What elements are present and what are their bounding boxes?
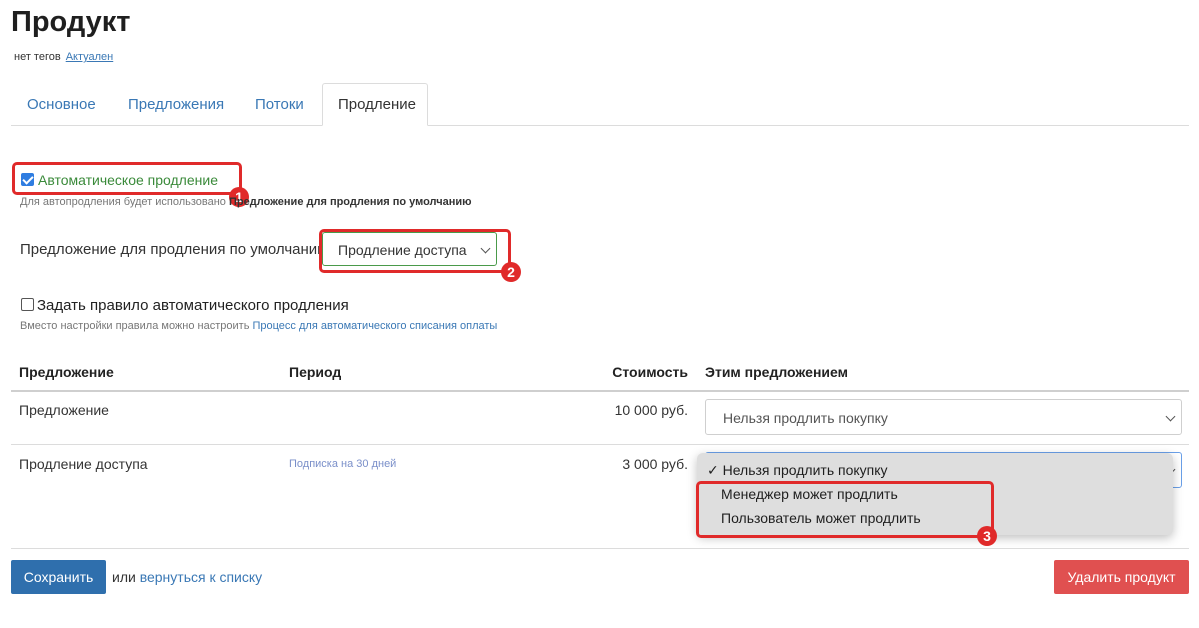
table-bottom-divider [11, 548, 1189, 549]
table-header-divider [11, 390, 1189, 392]
col-header-price: Стоимость [612, 364, 688, 380]
row1-price: 10 000 руб. [614, 402, 688, 418]
delete-product-button[interactable]: Удалить продукт [1054, 560, 1189, 594]
rule-hint-link[interactable]: Процесс для автоматического списания опл… [252, 320, 497, 332]
row1-action-select[interactable]: Нельзя продлить покупку [705, 399, 1182, 435]
annotation-box-1 [12, 162, 242, 195]
rule-label[interactable]: Задать правило автоматического продления [37, 297, 349, 314]
annotation-box-2 [319, 229, 511, 273]
annotation-box-3 [696, 481, 994, 538]
status-link[interactable]: Актуален [66, 51, 114, 63]
default-offer-label: Предложение для продления по умолчанию: [20, 241, 333, 258]
col-header-offer: Предложение [19, 364, 114, 380]
table-row-divider [11, 444, 1189, 445]
dropdown-option-cannot-renew[interactable]: ✓ Нельзя продлить покупку [707, 462, 888, 479]
auto-renewal-hint-text: Для автопродления будет использовано [20, 196, 226, 208]
rule-hint: Вместо настройки правила можно настроить… [20, 320, 497, 332]
col-header-period: Период [289, 364, 342, 380]
page-title: Продукт [11, 6, 131, 38]
row1-offer: Предложение [19, 402, 109, 418]
col-header-action: Этим предложением [705, 364, 848, 380]
annotation-badge-3: 3 [977, 526, 997, 546]
auto-renewal-hint: Для автопродления будет использовано Пре… [20, 196, 472, 208]
tabs-divider [11, 125, 1189, 126]
rule-checkbox[interactable] [21, 298, 34, 311]
row2-price: 3 000 руб. [622, 456, 688, 472]
row1-action-value: Нельзя продлить покупку [723, 410, 888, 426]
save-button[interactable]: Сохранить [11, 560, 106, 594]
footer-text: или вернуться к списку [112, 569, 262, 585]
tab-offers[interactable]: Предложения [128, 96, 224, 113]
tags-line: нет тегов Актуален [14, 51, 113, 63]
chevron-down-icon [1165, 411, 1176, 422]
tab-streams[interactable]: Потоки [255, 96, 304, 113]
row2-period-link[interactable]: Подписка на 30 дней [289, 458, 396, 470]
rule-hint-text: Вместо настройки правила можно настроить [20, 320, 250, 332]
row2-offer: Продление доступа [19, 456, 148, 472]
tab-renewal[interactable]: Продление [338, 96, 416, 113]
or-text: или [112, 569, 136, 585]
tab-main[interactable]: Основное [27, 96, 96, 113]
tags-text: нет тегов [14, 51, 61, 63]
auto-renewal-hint-bold: Предложение для продления по умолчанию [229, 196, 472, 208]
annotation-badge-2: 2 [501, 262, 521, 282]
back-to-list-link[interactable]: вернуться к списку [140, 569, 262, 585]
